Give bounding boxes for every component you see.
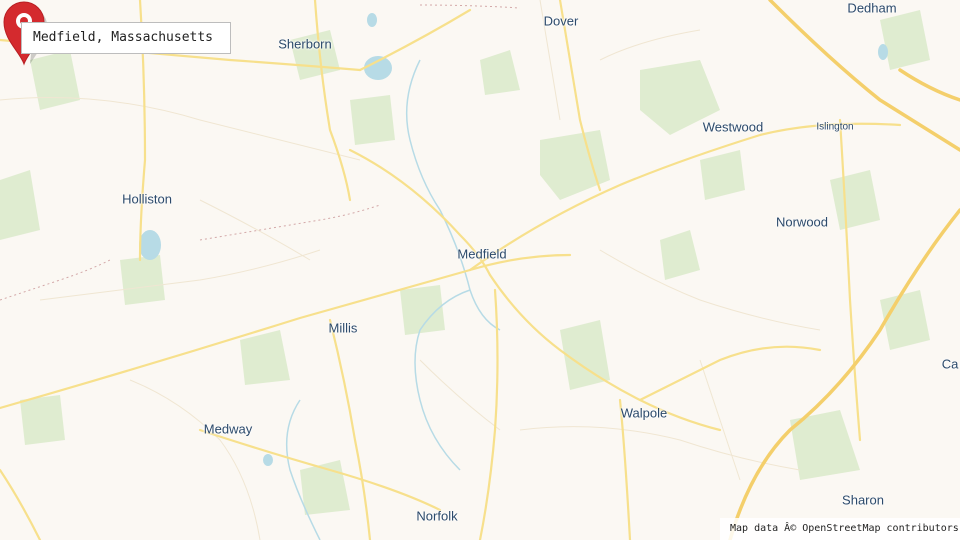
map-attribution[interactable]: Map data Â© OpenStreetMap contributors bbox=[720, 518, 960, 540]
place-label-holliston: Holliston bbox=[122, 191, 172, 207]
place-label-norfolk: Norfolk bbox=[416, 508, 458, 524]
place-label-dover: Dover bbox=[543, 13, 579, 29]
place-label-sharon: Sharon bbox=[842, 492, 884, 508]
place-label-sherborn: Sherborn bbox=[278, 36, 332, 52]
location-title: Medfield, Massachusetts bbox=[21, 22, 231, 54]
place-label-canton: Ca bbox=[941, 356, 959, 372]
place-label-dedham: Dedham bbox=[847, 0, 897, 16]
place-label-westwood: Westwood bbox=[702, 119, 764, 135]
place-label-millis: Millis bbox=[328, 320, 358, 336]
place-label-walpole: Walpole bbox=[620, 405, 668, 421]
place-label-medfield: Medfield bbox=[457, 246, 507, 262]
place-label-medway: Medway bbox=[203, 421, 253, 437]
place-label-islington: Islington bbox=[816, 121, 854, 133]
map-base bbox=[0, 0, 960, 540]
place-label-norwood: Norwood bbox=[775, 214, 829, 230]
map-canvas[interactable]: Sherborn Dover Dedham Westwood Islington… bbox=[0, 0, 960, 540]
